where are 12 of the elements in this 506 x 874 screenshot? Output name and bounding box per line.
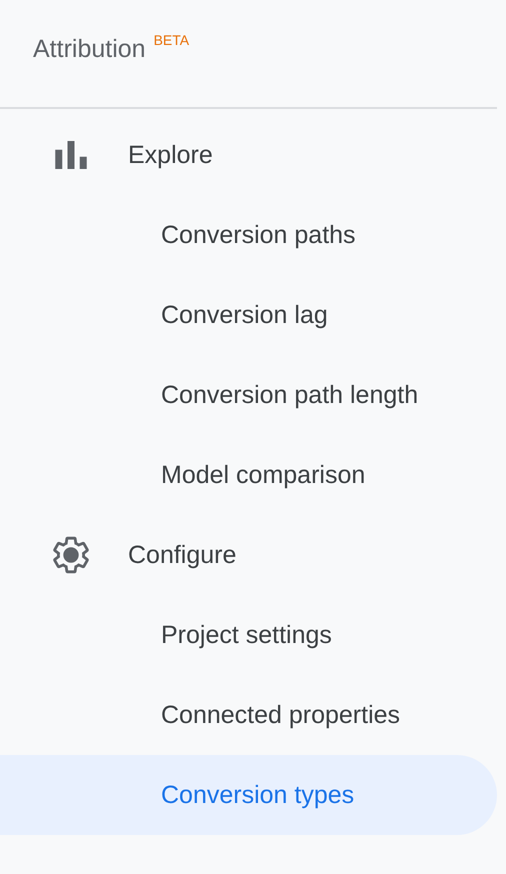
nav-item[interactable]: Project settings — [0, 595, 497, 675]
app-title: Attribution — [33, 34, 146, 64]
settings-icon — [50, 534, 92, 576]
nav-item[interactable]: Conversion path length — [0, 355, 497, 435]
section-heading: Configure — [128, 540, 236, 570]
nav-item[interactable]: Model comparison — [0, 435, 497, 515]
nav-item[interactable]: Conversion lag — [0, 275, 497, 355]
nav-item[interactable]: Conversion paths — [0, 195, 497, 275]
section-heading: Explore — [128, 140, 213, 170]
nav-item[interactable]: Conversion types — [0, 755, 497, 835]
beta-label: BETA — [154, 32, 190, 48]
nav-item[interactable]: Connected properties — [0, 675, 497, 755]
